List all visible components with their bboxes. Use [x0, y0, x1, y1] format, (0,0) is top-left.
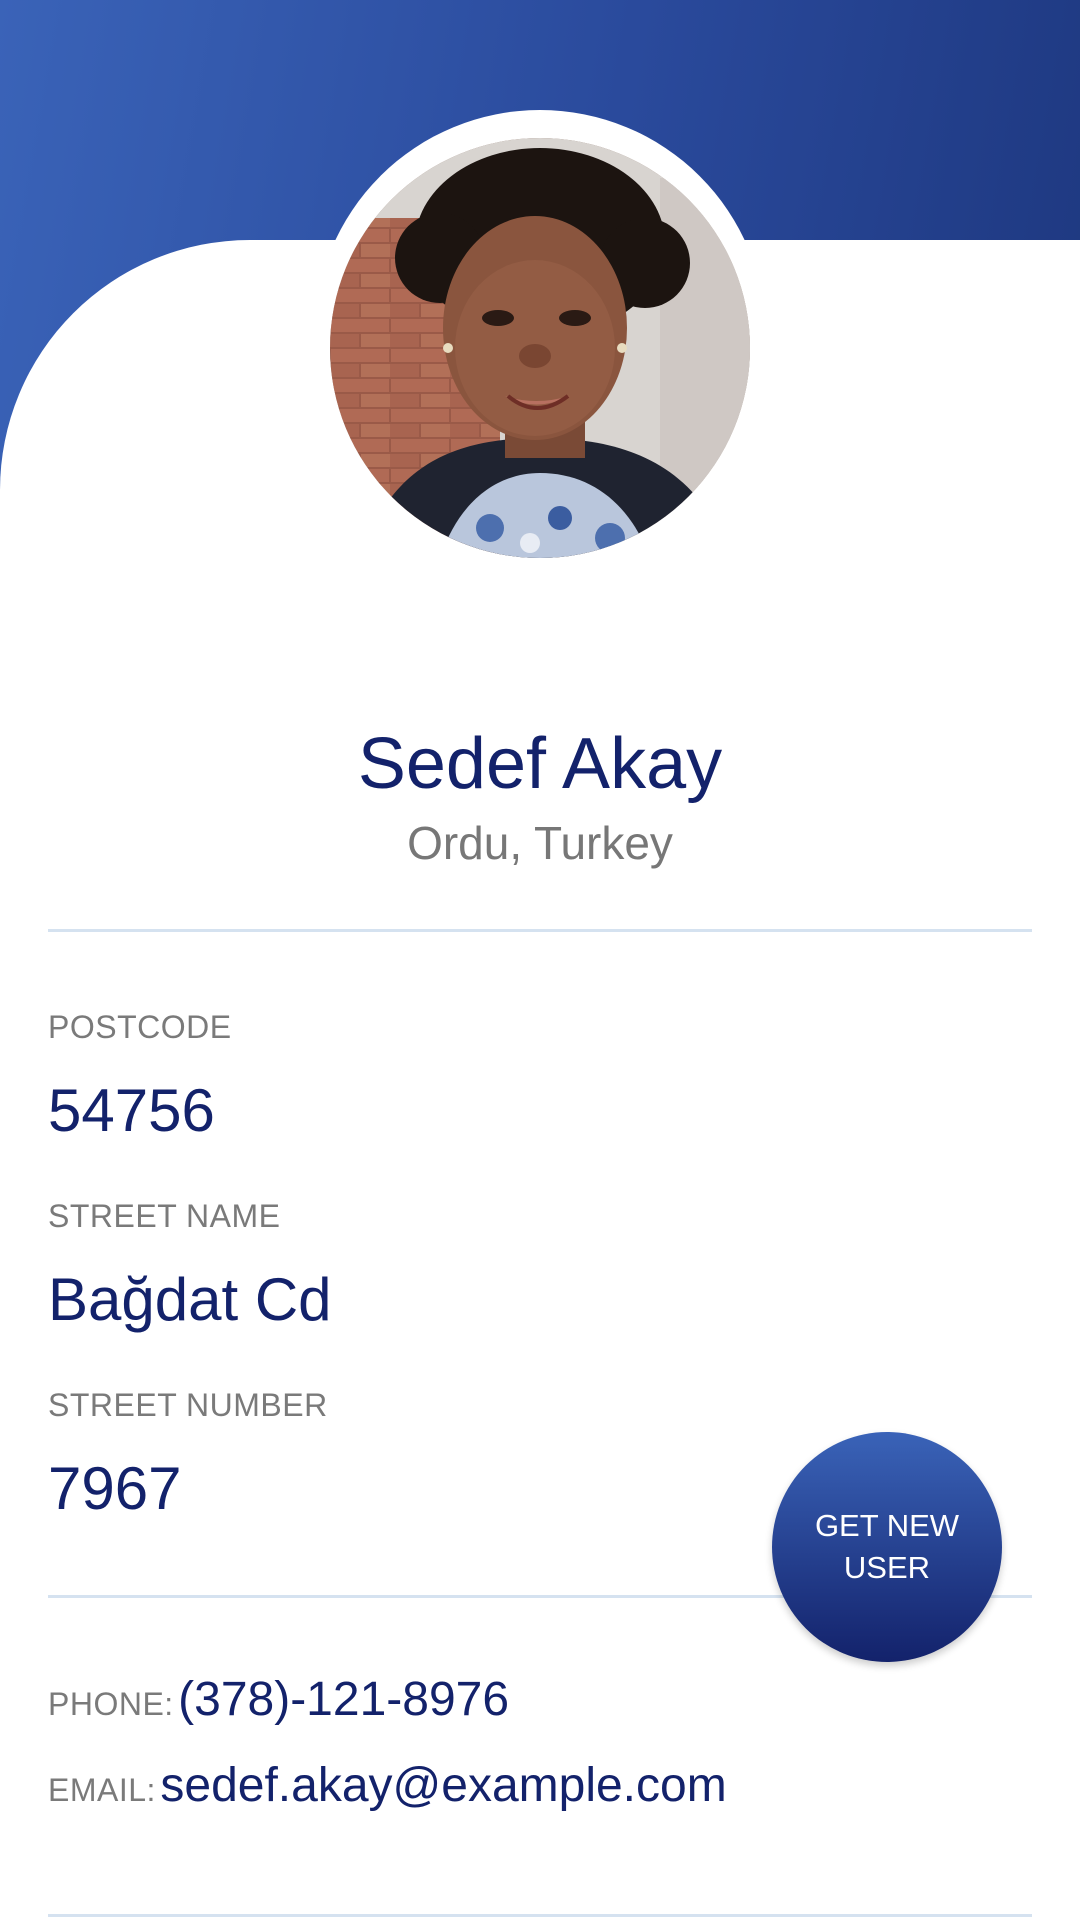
user-location: Ordu, Turkey	[407, 817, 673, 869]
divider-top	[48, 929, 1032, 932]
get-new-user-button[interactable]: GET NEW USER	[772, 1432, 1002, 1662]
street-name-label: STREET NAME	[48, 1198, 281, 1234]
email-row: EMAIL: sedef.akay@example.com	[48, 1758, 727, 1813]
street-number-value: 7967	[48, 1455, 182, 1522]
email-value: sedef.akay@example.com	[160, 1759, 727, 1812]
postcode-label: POSTCODE	[48, 1009, 232, 1045]
street-number-label: STREET NUMBER	[48, 1387, 328, 1423]
phone-row: PHONE: (378)-121-8976	[48, 1672, 509, 1727]
email-label: EMAIL:	[48, 1772, 156, 1808]
postcode-value: 54756	[48, 1077, 215, 1144]
divider-bottom	[48, 1914, 1032, 1917]
avatar	[330, 138, 750, 558]
street-name-value: Bağdat Cd	[48, 1266, 332, 1333]
phone-label: PHONE:	[48, 1686, 174, 1722]
avatar-photo	[330, 138, 750, 558]
user-name: Sedef Akay	[357, 724, 723, 804]
phone-value: (378)-121-8976	[178, 1673, 510, 1726]
